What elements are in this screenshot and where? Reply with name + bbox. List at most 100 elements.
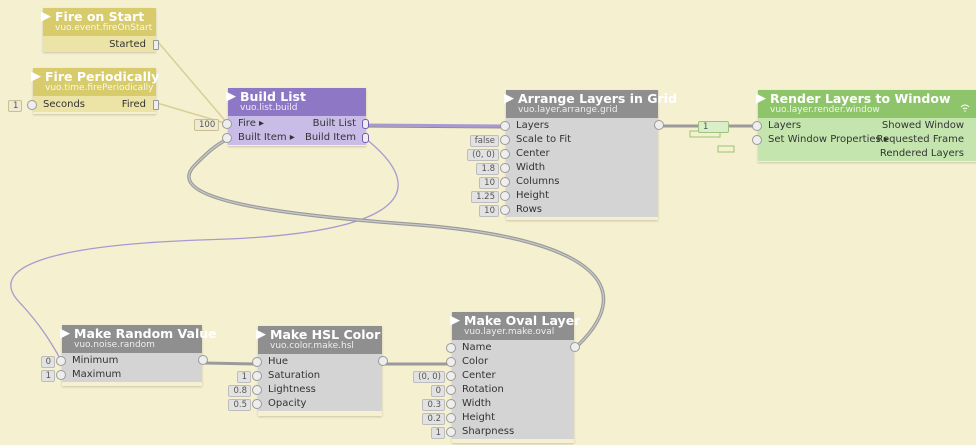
input-row: 0 Rotation [430, 383, 574, 397]
node-fire-periodically[interactable]: ▶ Fire Periodically vuo.time.firePeriodi… [8, 68, 160, 114]
output-label: Build Item [304, 132, 356, 143]
node-header[interactable]: ▶ Make Random Value vuo.noise.random [60, 325, 217, 353]
input-value-chip[interactable]: 0 [430, 385, 445, 397]
input-port-icon[interactable] [500, 163, 510, 173]
input-row: 0.3 Width [422, 397, 574, 411]
input-value-chip[interactable]: 10 [479, 177, 499, 189]
node-header[interactable]: ▶ Make Oval Layer vuo.layer.make.oval [450, 312, 580, 340]
input-row: 0 Minimum [40, 354, 202, 368]
input-port-icon[interactable] [252, 371, 262, 381]
input-label: Built Item ▸ [238, 132, 295, 143]
input-value-chip[interactable]: 0.5 [228, 399, 251, 411]
input-row: (0, 0) Center [467, 147, 658, 161]
input-label: Layers [516, 120, 550, 131]
input-row: 1 Saturation [236, 369, 382, 383]
output-port-icon[interactable] [362, 119, 369, 129]
input-port-icon[interactable] [56, 370, 66, 380]
input-port-icon[interactable] [252, 357, 262, 367]
input-row: 1.8 Width [476, 161, 658, 175]
input-row: 10 Columns [479, 175, 658, 189]
input-port-icon[interactable] [27, 100, 37, 110]
input-port-icon[interactable] [446, 413, 456, 423]
input-value-chip[interactable]: 1.25 [471, 191, 499, 203]
node-title: Build List [240, 89, 306, 104]
input-row-built-item: Built Item ▸ Build Item [222, 131, 369, 145]
output-port-icon[interactable] [362, 133, 369, 143]
input-label: Fire ▸ [238, 118, 265, 129]
input-port-icon[interactable] [500, 205, 510, 215]
input-port-icon[interactable] [752, 121, 762, 131]
input-row-set-window-properties: Set Window Properties ▸ Requested Frame [752, 133, 976, 147]
input-port-icon[interactable] [446, 371, 456, 381]
input-port-icon[interactable] [500, 191, 510, 201]
node-title: Arrange Layers in Grid [518, 91, 677, 106]
input-label: Rows [516, 204, 543, 215]
input-value-chip[interactable]: 1 [8, 100, 23, 112]
input-value-chip[interactable]: 0.2 [422, 413, 445, 425]
input-port-icon[interactable] [500, 121, 510, 131]
node-header[interactable]: ▶ Fire on Start vuo.event.fireOnStart [41, 8, 156, 36]
input-port-icon[interactable] [252, 399, 262, 409]
input-value-chip[interactable]: 1 [430, 427, 445, 439]
input-value-chip[interactable]: 0 [40, 356, 55, 368]
input-value-chip[interactable]: 1 [698, 121, 730, 133]
input-value-chip[interactable]: 1.8 [476, 163, 499, 175]
input-value-chip[interactable]: 1 [236, 371, 251, 383]
input-port-icon[interactable] [222, 119, 232, 129]
input-port-icon[interactable] [446, 427, 456, 437]
input-label: Color [462, 356, 489, 367]
output-label: Showed Window [881, 120, 964, 131]
input-port-icon[interactable] [500, 149, 510, 159]
node-make-hsl-color[interactable]: ▶ Make HSL Color vuo.color.make.hsl Hue 1… [228, 326, 388, 416]
input-value-chip[interactable]: 0.8 [228, 385, 251, 397]
hsl-body: Hue 1 Saturation 0.8 Lightness 0.5 Opacity [228, 354, 388, 411]
output-port-icon[interactable] [153, 40, 159, 50]
node-title: Make Oval Layer [464, 313, 581, 328]
input-port-icon[interactable] [500, 177, 510, 187]
input-value-chip[interactable]: 0.3 [422, 399, 445, 411]
cable-builtlist-shadow [365, 126, 507, 129]
input-port-icon[interactable] [500, 135, 510, 145]
input-value-chip[interactable]: 10 [479, 205, 499, 217]
input-row: Layers [500, 119, 658, 133]
input-label: Name [462, 342, 492, 353]
node-render-layers-window[interactable]: ▶ Render Layers to Window vuo.layer.rend… [698, 90, 976, 162]
random-body: 0 Minimum 1 Maximum [40, 353, 208, 382]
input-port-icon[interactable] [446, 385, 456, 395]
input-port-icon[interactable] [446, 357, 456, 367]
node-make-oval-layer[interactable]: ▶ Make Oval Layer vuo.layer.make.oval Na… [413, 312, 580, 443]
triangle-right-icon: ▶ [756, 91, 766, 106]
input-port-icon[interactable] [446, 343, 456, 353]
node-header[interactable]: ▶ Fire Periodically vuo.time.firePeriodi… [31, 68, 160, 96]
input-label: Scale to Fit [516, 134, 572, 145]
output-label: Requested Frame [876, 134, 964, 145]
node-fire-on-start[interactable]: ▶ Fire on Start vuo.event.fireOnStart St… [41, 8, 159, 52]
cable-random-to-hue [203, 361, 258, 366]
input-label: Saturation [268, 370, 321, 381]
node-header[interactable]: ▶ Render Layers to Window vuo.layer.rend… [756, 90, 976, 118]
input-value-chip[interactable]: false [469, 135, 499, 147]
node-build-list[interactable]: ▶ Build List vuo.list.build 100 Fire ▸ B… [194, 88, 369, 146]
input-value-chip[interactable]: (0, 0) [413, 371, 445, 383]
input-port-icon[interactable] [252, 385, 262, 395]
node-title: Make Random Value [74, 326, 217, 341]
composition-canvas[interactable]: ▶ Fire on Start vuo.event.fireOnStart St… [0, 0, 976, 445]
arrange-body: Layers false Scale to Fit (0, 0) Center 1.8 Wi… [467, 118, 664, 217]
input-port-icon[interactable] [752, 135, 762, 145]
node-header[interactable]: ▶ Make HSL Color vuo.color.make.hsl [256, 326, 382, 354]
input-port-icon[interactable] [446, 399, 456, 409]
node-title: Fire Periodically [45, 69, 160, 84]
input-port-icon[interactable] [56, 356, 66, 366]
input-value-chip[interactable]: 100 [194, 119, 220, 131]
input-label: Seconds [43, 99, 86, 110]
input-value-chip[interactable]: 1 [40, 370, 55, 382]
input-row: 10 Rows [479, 203, 658, 217]
input-label: Sharpness [462, 426, 515, 437]
output-port-icon[interactable] [153, 100, 159, 110]
node-header[interactable]: ▶ Build List vuo.list.build [226, 88, 366, 116]
input-port-icon[interactable] [222, 133, 232, 143]
node-make-random-value[interactable]: ▶ Make Random Value vuo.noise.random 0 Mi… [40, 325, 217, 386]
node-arrange-layers-grid[interactable]: ▶ Arrange Layers in Grid vuo.layer.arran… [467, 90, 677, 220]
input-value-chip[interactable]: (0, 0) [467, 149, 499, 161]
node-header[interactable]: ▶ Arrange Layers in Grid vuo.layer.arran… [504, 90, 677, 118]
